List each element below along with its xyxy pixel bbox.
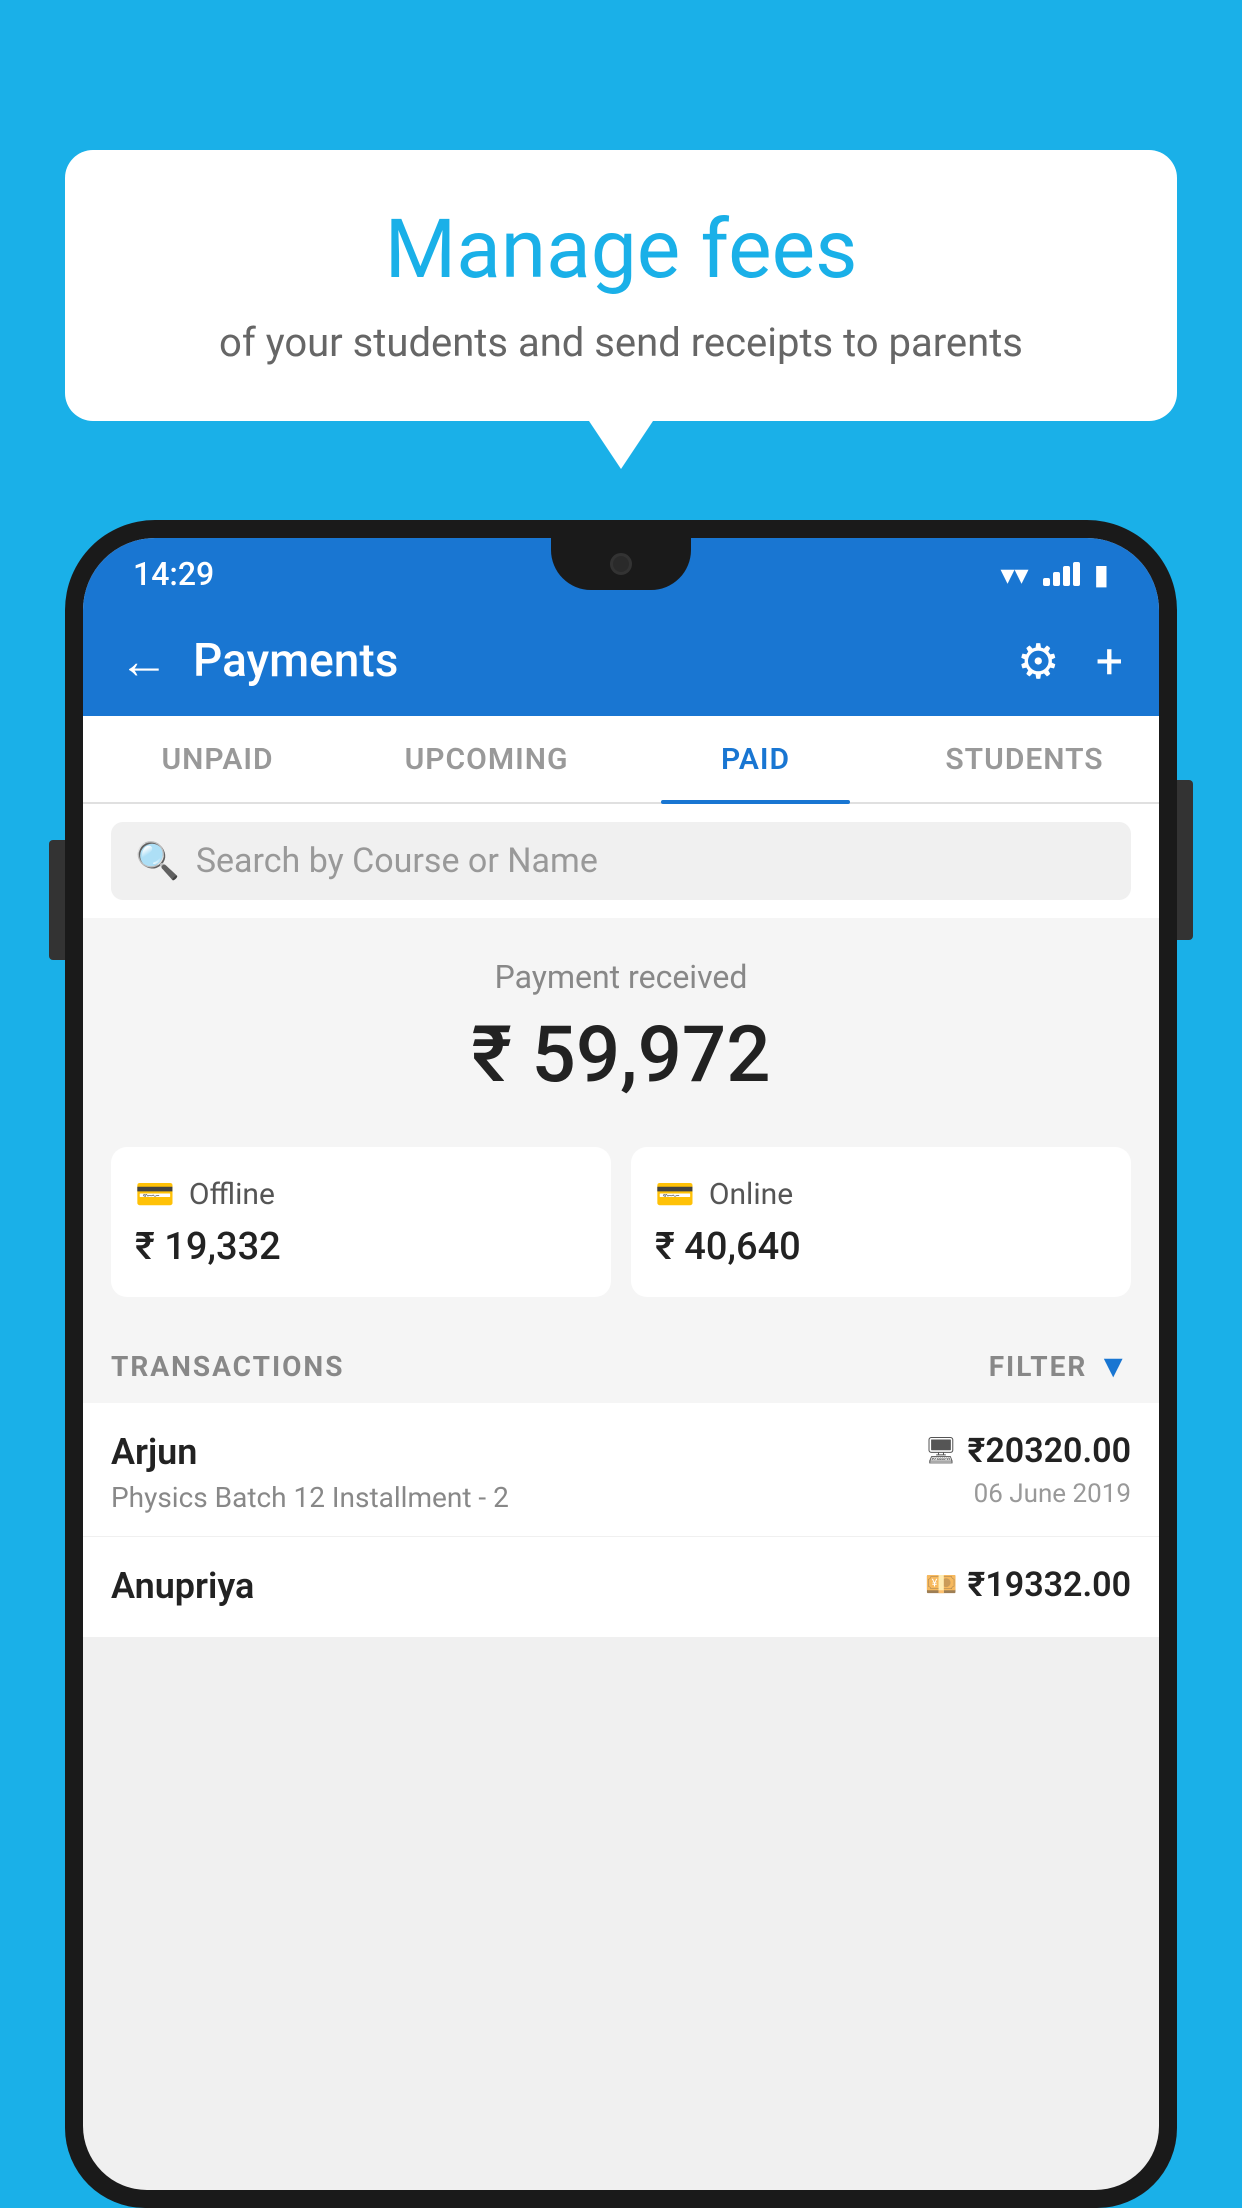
offline-payment-icon: 💴 bbox=[925, 1570, 957, 1600]
online-label: Online bbox=[709, 1177, 793, 1212]
transactions-list: Arjun Physics Batch 12 Installment - 2 🖥… bbox=[83, 1403, 1159, 1638]
offline-header: 💳 Offline bbox=[135, 1175, 587, 1213]
tabs-bar: UNPAID UPCOMING PAID STUDENTS bbox=[83, 716, 1159, 804]
tab-unpaid[interactable]: UNPAID bbox=[83, 716, 352, 802]
signal-icon bbox=[1043, 562, 1080, 586]
phone-mockup: 14:29 ▾▾ ▮ ← Payments ⚙ bbox=[65, 520, 1177, 2208]
camera bbox=[610, 553, 632, 575]
status-icons: ▾▾ ▮ bbox=[1000, 558, 1109, 591]
table-row[interactable]: Anupriya 💴 ₹19332.00 bbox=[83, 1537, 1159, 1638]
transaction-amount: ₹20320.00 bbox=[968, 1431, 1131, 1471]
offline-label: Offline bbox=[189, 1177, 275, 1212]
transaction-info: Anupriya bbox=[111, 1565, 925, 1615]
online-header: 💳 Online bbox=[655, 1175, 1107, 1213]
payment-total-amount: ₹ 59,972 bbox=[111, 1010, 1131, 1101]
transaction-amount-info: 💴 ₹19332.00 bbox=[925, 1565, 1131, 1605]
transaction-amount-info: 🖥 ₹20320.00 06 June 2019 bbox=[925, 1431, 1131, 1509]
transaction-info: Arjun Physics Batch 12 Installment - 2 bbox=[111, 1431, 925, 1514]
transaction-date: 06 June 2019 bbox=[974, 1479, 1131, 1509]
transaction-description: Physics Batch 12 Installment - 2 bbox=[111, 1481, 925, 1514]
offline-card: 💳 Offline ₹ 19,332 bbox=[111, 1147, 611, 1297]
tab-students[interactable]: STUDENTS bbox=[890, 716, 1159, 802]
search-container: 🔍 Search by Course or Name bbox=[83, 804, 1159, 918]
online-card: 💳 Online ₹ 40,640 bbox=[631, 1147, 1131, 1297]
bubble-subtitle: of your students and send receipts to pa… bbox=[125, 315, 1117, 371]
app-bar-actions: ⚙ + bbox=[1017, 633, 1123, 690]
app-content: 🔍 Search by Course or Name Payment recei… bbox=[83, 804, 1159, 1638]
status-time: 14:29 bbox=[133, 555, 214, 593]
transactions-header: TRANSACTIONS FILTER ▼ bbox=[83, 1325, 1159, 1403]
back-button[interactable]: ← bbox=[119, 632, 169, 691]
phone-notch bbox=[551, 538, 691, 590]
phone-inner: 14:29 ▾▾ ▮ ← Payments ⚙ bbox=[83, 538, 1159, 2190]
offline-amount: ₹ 19,332 bbox=[135, 1225, 587, 1269]
search-icon: 🔍 bbox=[135, 840, 180, 882]
app-bar: ← Payments ⚙ + bbox=[83, 606, 1159, 716]
add-button[interactable]: + bbox=[1096, 633, 1123, 690]
app-title: Payments bbox=[193, 634, 1017, 688]
search-input[interactable]: Search by Course or Name bbox=[196, 841, 598, 881]
wifi-icon: ▾▾ bbox=[1000, 558, 1028, 591]
payment-cards: 💳 Offline ₹ 19,332 💳 Online ₹ 40,640 bbox=[83, 1129, 1159, 1325]
search-box[interactable]: 🔍 Search by Course or Name bbox=[111, 822, 1131, 900]
settings-button[interactable]: ⚙ bbox=[1017, 633, 1060, 690]
tab-paid[interactable]: PAID bbox=[621, 716, 890, 802]
transaction-amount: ₹19332.00 bbox=[968, 1565, 1131, 1605]
table-row[interactable]: Arjun Physics Batch 12 Installment - 2 🖥… bbox=[83, 1403, 1159, 1537]
amount-row: 💴 ₹19332.00 bbox=[925, 1565, 1131, 1605]
bubble-title: Manage fees bbox=[125, 205, 1117, 295]
filter-icon: ▼ bbox=[1097, 1347, 1131, 1385]
online-payment-icon: 🖥 bbox=[925, 1436, 958, 1466]
filter-label: FILTER bbox=[989, 1350, 1088, 1383]
offline-icon: 💳 bbox=[135, 1175, 175, 1213]
payment-received-label: Payment received bbox=[111, 958, 1131, 996]
filter-button[interactable]: FILTER ▼ bbox=[989, 1347, 1131, 1385]
speech-bubble-container: Manage fees of your students and send re… bbox=[65, 150, 1177, 421]
speech-bubble: Manage fees of your students and send re… bbox=[65, 150, 1177, 421]
amount-row: 🖥 ₹20320.00 bbox=[925, 1431, 1131, 1471]
online-amount: ₹ 40,640 bbox=[655, 1225, 1107, 1269]
payment-summary: Payment received ₹ 59,972 bbox=[83, 918, 1159, 1129]
transaction-name: Arjun bbox=[111, 1431, 925, 1473]
tab-upcoming[interactable]: UPCOMING bbox=[352, 716, 621, 802]
transactions-label: TRANSACTIONS bbox=[111, 1350, 344, 1383]
battery-icon: ▮ bbox=[1094, 558, 1109, 591]
online-icon: 💳 bbox=[655, 1175, 695, 1213]
phone-outer: 14:29 ▾▾ ▮ ← Payments ⚙ bbox=[65, 520, 1177, 2208]
transaction-name: Anupriya bbox=[111, 1565, 925, 1607]
